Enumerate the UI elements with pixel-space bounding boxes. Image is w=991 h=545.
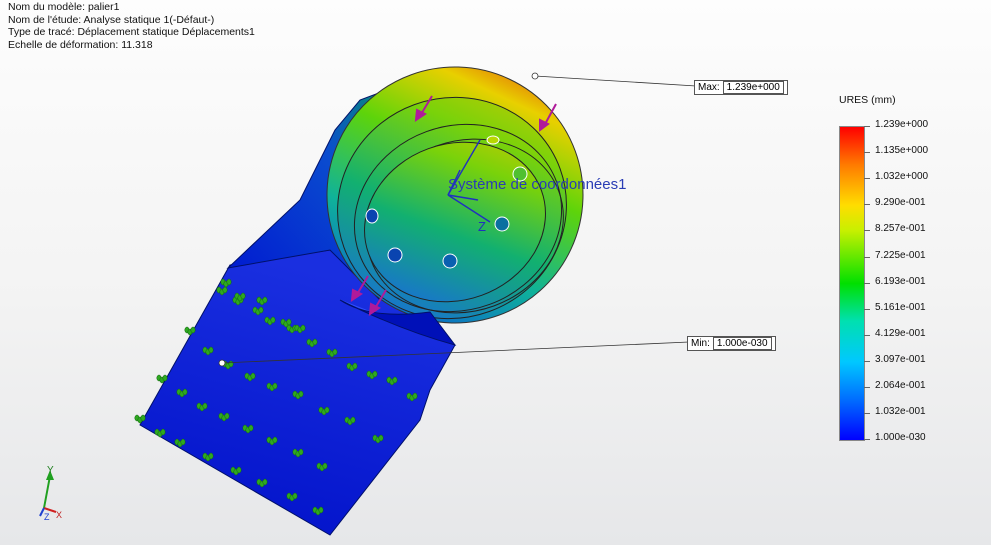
min-value: 1.000e-030 [712,337,772,350]
legend-tick-mark [864,152,870,154]
legend-tick-label: 2.064e-001 [875,380,926,391]
legend-tick-mark [864,178,870,180]
legend-title: URES (mm) [839,94,896,106]
triad-icon: Y X Z [39,465,62,522]
max-value: 1.239e+000 [722,81,784,94]
legend-tick-label: 1.032e+000 [875,171,929,183]
min-label: Min: [691,338,710,349]
bolt-hole [387,247,403,263]
triad-x-label: X [56,510,62,520]
legend-tick-label: 1.000e-030 [875,432,926,444]
legend-tick-mark [864,360,870,362]
legend-tick-label: 1.032e-001 [875,406,926,418]
triad-y-label: Y [47,465,54,476]
legend-tick-label: 7.225e-001 [875,249,926,261]
max-label: Max: [698,82,720,93]
triad-z-label: Z [44,512,50,522]
max-callout: Max: 1.239e+000 [694,80,788,95]
min-callout: Min: 1.000e-030 [687,336,776,351]
legend-tick-label: 3.097e-001 [875,353,926,365]
legend-colorbar [839,126,865,441]
bolt-hole [365,208,379,224]
legend-tick-label: 1.239e+000 [875,119,929,130]
legend-tick-mark [864,334,870,336]
bolt-hole [494,216,510,232]
legend-tick-mark [864,413,870,415]
legend-tick-label: 4.129e-001 [875,327,926,339]
legend-tick-mark [864,282,870,284]
legend-tick-label: 5.161e-001 [875,301,926,313]
legend-tick-mark [864,256,870,258]
coordinate-system-label: Système de coordonnées1 [448,176,627,193]
legend-tick-mark [864,308,870,310]
legend-tick-mark [864,387,870,388]
legend-tick-mark [864,230,870,232]
legend-tick-mark [864,126,870,127]
bolt-hole [486,135,500,145]
legend-tick-label: 6.193e-001 [875,275,926,287]
legend-tick-label: 1.135e+000 [875,145,929,157]
legend-tick-mark [864,204,870,206]
cs-z-label: Z [478,219,486,234]
legend-tick-label: 9.290e-001 [875,197,926,209]
legend-tick-label: 8.257e-001 [875,223,926,235]
legend-tick-mark [864,439,870,441]
bolt-hole [442,253,458,269]
